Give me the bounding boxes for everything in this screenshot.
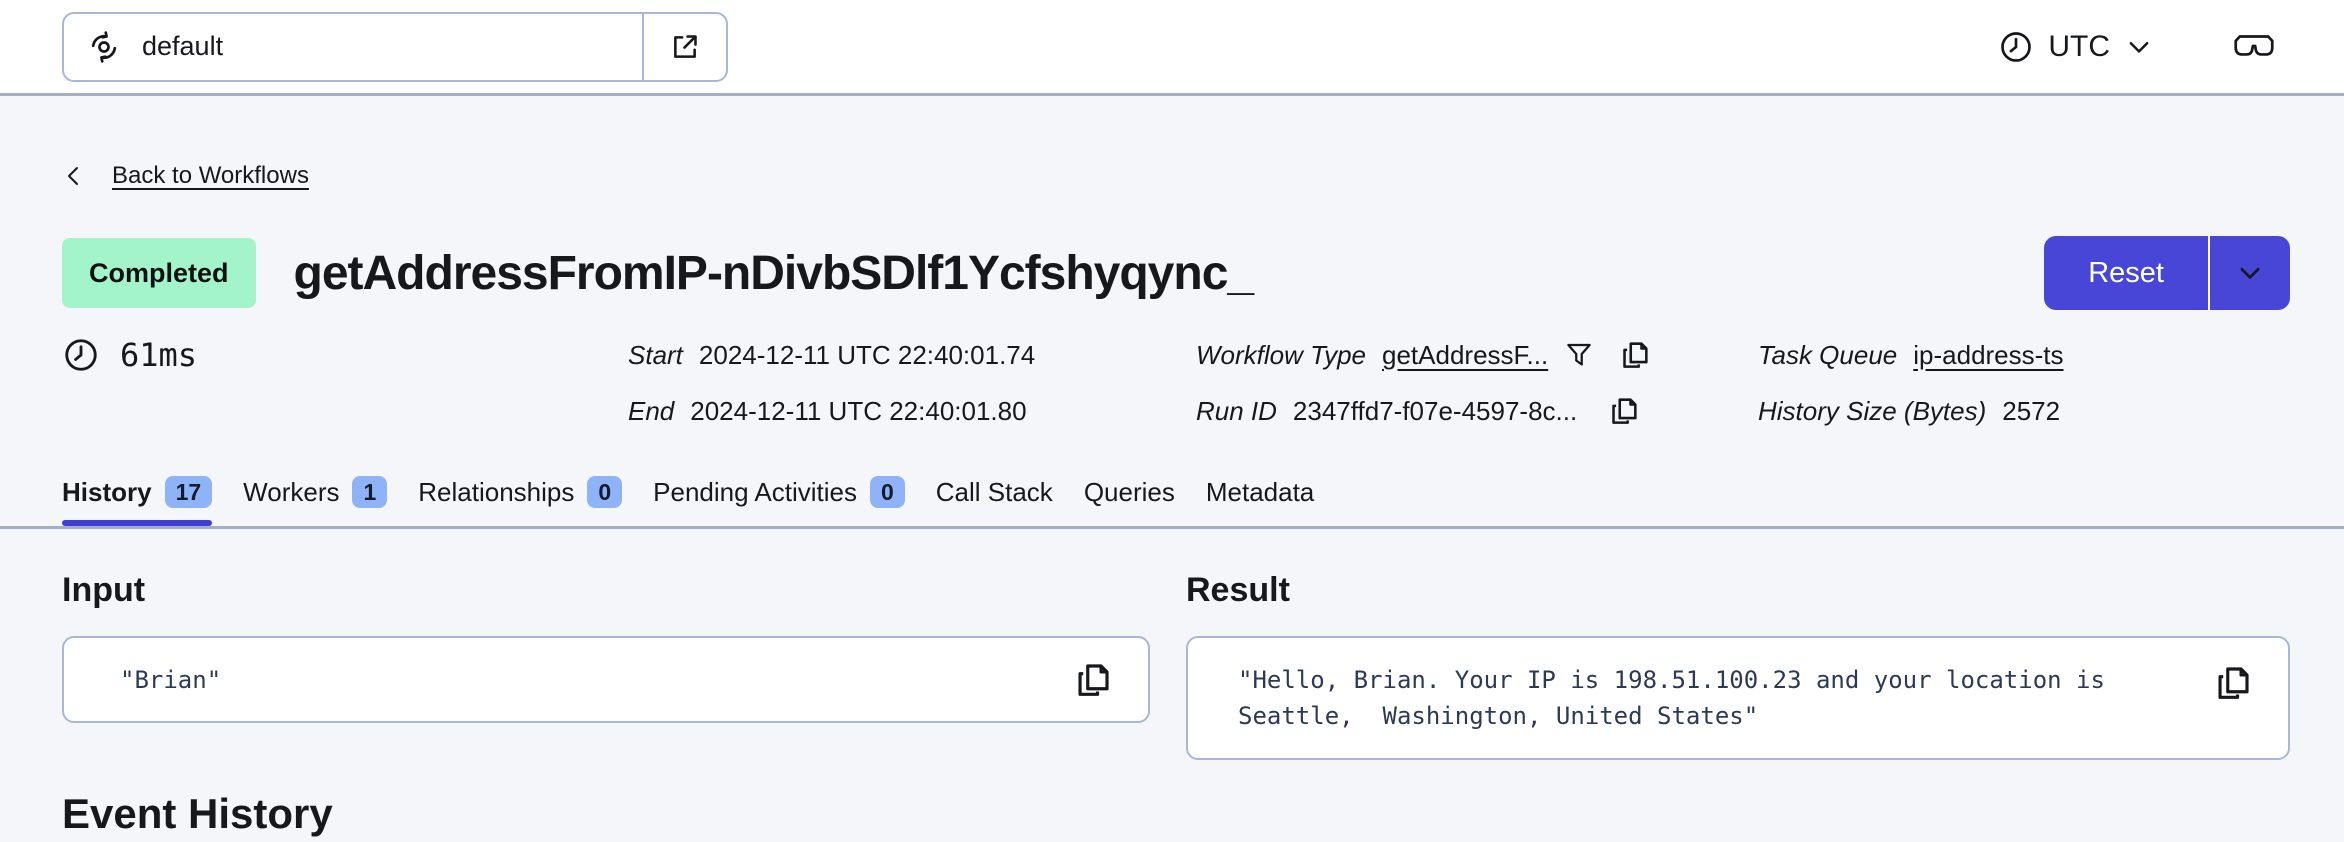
duration-value: 61ms — [120, 336, 198, 374]
namespace-icon — [86, 29, 122, 65]
tab-history[interactable]: History 17 — [62, 476, 213, 528]
copy-workflow-type-button[interactable] — [1618, 338, 1652, 372]
end-label: End — [628, 395, 675, 426]
clock-icon — [62, 336, 100, 374]
reset-dropdown-button[interactable] — [2210, 236, 2290, 310]
end-value: 2024-12-11 UTC 22:40:01.80 — [690, 395, 1027, 426]
clock-icon — [1998, 29, 2034, 65]
history-size-field: History Size (Bytes) 2572 — [1758, 396, 2290, 427]
start-label: Start — [628, 339, 683, 370]
labs-mode-toggle[interactable] — [2232, 32, 2276, 62]
copy-run-id-button[interactable] — [1607, 394, 1641, 428]
timezone-label: UTC — [2048, 29, 2110, 63]
start-field: Start 2024-12-11 UTC 22:40:01.74 — [628, 340, 1196, 371]
tab-relationships[interactable]: Relationships 0 — [418, 476, 623, 509]
task-queue-field: Task Queue ip-address-ts — [1758, 340, 2290, 371]
glasses-icon — [2232, 32, 2276, 62]
task-queue-link[interactable]: ip-address-ts — [1913, 340, 2063, 371]
copy-result-button[interactable] — [2212, 662, 2254, 704]
tab-label: Metadata — [1205, 476, 1315, 507]
end-field: End 2024-12-11 UTC 22:40:01.80 — [628, 396, 1196, 427]
back-row: Back to Workflows — [62, 160, 2290, 192]
duration-field: 61ms — [62, 336, 628, 374]
tab-queries[interactable]: Queries — [1084, 477, 1175, 508]
tab-workers[interactable]: Workers 1 — [243, 476, 388, 509]
tab-count-badge: 17 — [164, 476, 213, 509]
filter-funnel-icon — [1564, 340, 1594, 370]
tab-label: History — [62, 476, 152, 507]
input-value: "Brian" — [120, 665, 222, 694]
start-value: 2024-12-11 UTC 22:40:01.74 — [698, 339, 1036, 370]
tab-label: Call Stack — [935, 476, 1053, 507]
tab-count-badge: 0 — [869, 476, 905, 509]
chevron-left-icon — [62, 160, 86, 192]
namespace-selector[interactable]: default — [62, 11, 728, 82]
copy-icon — [1072, 659, 1114, 701]
run-id-label: Run ID — [1196, 395, 1277, 426]
back-to-workflows-link[interactable]: Back to Workflows — [112, 162, 309, 190]
copy-input-button[interactable] — [1072, 659, 1114, 701]
tab-count-badge: 0 — [587, 476, 623, 509]
chevron-down-icon — [2235, 258, 2265, 288]
status-badge: Completed — [62, 238, 256, 308]
workflow-tabs: History 17 Workers 1 Relationships 0 Pen… — [0, 476, 2344, 530]
filter-workflow-type-button[interactable] — [1564, 340, 1594, 370]
run-id-value: 2347ffd7-f07e-4597-8c... — [1292, 395, 1578, 426]
reset-split-button: Reset — [2044, 236, 2290, 310]
tab-label: Queries — [1083, 476, 1175, 507]
result-title: Result — [1186, 571, 1290, 610]
namespace-value: default — [142, 31, 224, 61]
task-queue-label: Task Queue — [1758, 339, 1898, 370]
workflow-meta: 61ms Start 2024-12-11 UTC 22:40:01.74 Wo… — [62, 336, 2290, 428]
top-bar: default UTC — [0, 0, 2344, 96]
top-bar-right: UTC — [1992, 28, 2276, 66]
workflow-title: getAddressFromIP-nDivbSDlf1Ycfshyqync_ — [293, 246, 1255, 300]
external-link-icon — [668, 30, 702, 64]
result-value: "Hello, Brian. Your IP is 198.51.100.23 … — [1238, 666, 2120, 731]
title-row: Completed getAddressFromIP-nDivbSDlf1Ycf… — [62, 236, 2290, 310]
result-section: Result "Hello, Brian. Your IP is 198.51.… — [1186, 571, 2290, 761]
workflow-detail-page: Back to Workflows Completed getAddressFr… — [0, 160, 2344, 838]
history-size-value: 2572 — [2002, 395, 2061, 426]
run-id-field: Run ID 2347ffd7-f07e-4597-8c... — [1196, 394, 1758, 428]
copy-icon — [1618, 338, 1652, 372]
tab-label: Pending Activities — [653, 476, 857, 507]
workflow-type-link[interactable]: getAddressF... — [1382, 340, 1548, 371]
namespace-selector-main[interactable]: default — [64, 14, 642, 80]
reset-button[interactable]: Reset — [2044, 236, 2210, 310]
input-card: "Brian" — [62, 636, 1150, 724]
tab-label: Workers — [243, 476, 340, 507]
copy-icon — [1607, 394, 1641, 428]
tab-label: Relationships — [418, 476, 575, 507]
workflow-type-label: Workflow Type — [1196, 339, 1366, 370]
chevron-down-icon — [2124, 32, 2154, 62]
input-title: Input — [62, 571, 146, 610]
tab-count-badge: 1 — [352, 476, 388, 509]
history-size-label: History Size (Bytes) — [1758, 395, 1987, 426]
workflow-type-field: Workflow Type getAddressF... — [1196, 338, 1758, 372]
result-card: "Hello, Brian. Your IP is 198.51.100.23 … — [1186, 636, 2290, 761]
input-result-section: Input "Brian" Result "Hello, Brian. Your… — [62, 571, 2290, 761]
input-section: Input "Brian" — [62, 571, 1150, 724]
tab-metadata[interactable]: Metadata — [1206, 477, 1314, 508]
tab-call-stack[interactable]: Call Stack — [936, 477, 1053, 508]
open-namespace-button[interactable] — [642, 13, 726, 80]
tab-pending-activities[interactable]: Pending Activities 0 — [653, 476, 905, 509]
event-history-title: Event History — [62, 790, 333, 838]
timezone-picker[interactable]: UTC — [1992, 28, 2160, 66]
copy-icon — [2212, 662, 2254, 704]
